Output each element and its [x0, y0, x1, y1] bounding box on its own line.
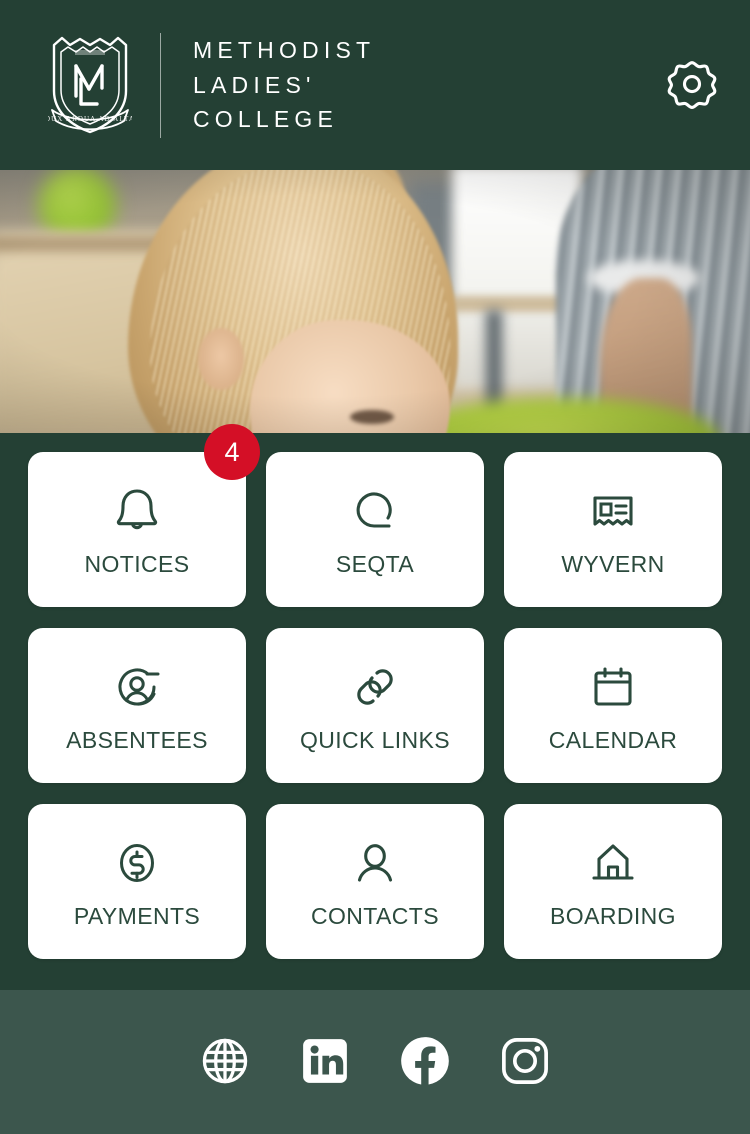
brand-line-2: LADIES' [193, 71, 316, 98]
calendar-icon [587, 659, 639, 715]
tile-label: BOARDING [550, 903, 676, 929]
tile-label: WYVERN [561, 551, 665, 577]
instagram-icon [499, 1035, 551, 1090]
linkedin-icon [300, 1036, 350, 1089]
mlc-crest-icon: DUX ARDUA AD ALTA [45, 33, 134, 137]
tile-label: NOTICES [84, 551, 190, 577]
tile-quick-links[interactable]: QUICK LINKS [266, 628, 484, 783]
gear-icon [667, 59, 717, 112]
facebook-icon [399, 1035, 451, 1090]
house-icon [587, 835, 639, 891]
tile-label: SEQTA [335, 551, 415, 577]
menu-grid: 4 NOTICES SEQTA WYVERN ABSENTEES QUICK L… [28, 424, 722, 959]
app-root: DUX ARDUA AD ALTA METHODIST LADIES' COLL… [0, 0, 750, 1134]
brand-divider [160, 32, 161, 138]
classroom-photo [0, 170, 750, 433]
tile-calendar[interactable]: CALENDAR [504, 628, 722, 783]
social-link-linkedin[interactable] [298, 1035, 352, 1089]
bell-icon [111, 483, 163, 539]
hero-image [0, 170, 750, 433]
brand-line-1: METHODIST [193, 36, 376, 63]
brand-lockup: DUX ARDUA AD ALTA METHODIST LADIES' COLL… [45, 32, 664, 138]
globe-icon [199, 1035, 251, 1090]
tile-notices[interactable]: 4 NOTICES [28, 424, 260, 607]
social-footer [0, 990, 750, 1134]
social-link-instagram[interactable] [498, 1035, 552, 1089]
brand-line-3: COLLEGE [193, 106, 339, 133]
tile-label: QUICK LINKS [299, 727, 451, 753]
link-icon [349, 659, 401, 715]
brand-name: METHODIST LADIES' COLLEGE [193, 33, 375, 138]
svg-text:DUX ARDUA AD ALTA: DUX ARDUA AD ALTA [48, 115, 132, 123]
notices-badge: 4 [204, 424, 260, 480]
seqta-q-icon [349, 483, 401, 539]
menu-grid-section: 4 NOTICES SEQTA WYVERN ABSENTEES QUICK L… [0, 424, 750, 990]
tile-boarding[interactable]: BOARDING [504, 804, 722, 959]
tile-label: CALENDAR [548, 727, 678, 753]
tile-seqta[interactable]: SEQTA [266, 452, 484, 607]
tile-absentees[interactable]: ABSENTEES [28, 628, 246, 783]
newsletter-icon [587, 483, 639, 539]
user-minus-icon [111, 659, 163, 715]
app-header: DUX ARDUA AD ALTA METHODIST LADIES' COLL… [0, 0, 750, 170]
person-icon [349, 835, 401, 891]
tile-payments[interactable]: PAYMENTS [28, 804, 246, 959]
tile-wyvern[interactable]: WYVERN [504, 452, 722, 607]
tile-label: ABSENTEES [66, 727, 208, 753]
settings-button[interactable] [664, 57, 720, 113]
tile-label: PAYMENTS [73, 903, 201, 929]
social-link-website[interactable] [198, 1035, 252, 1089]
social-link-facebook[interactable] [398, 1035, 452, 1089]
tile-contacts[interactable]: CONTACTS [266, 804, 484, 959]
dollar-circle-icon [111, 835, 163, 891]
tile-label: CONTACTS [311, 903, 439, 929]
